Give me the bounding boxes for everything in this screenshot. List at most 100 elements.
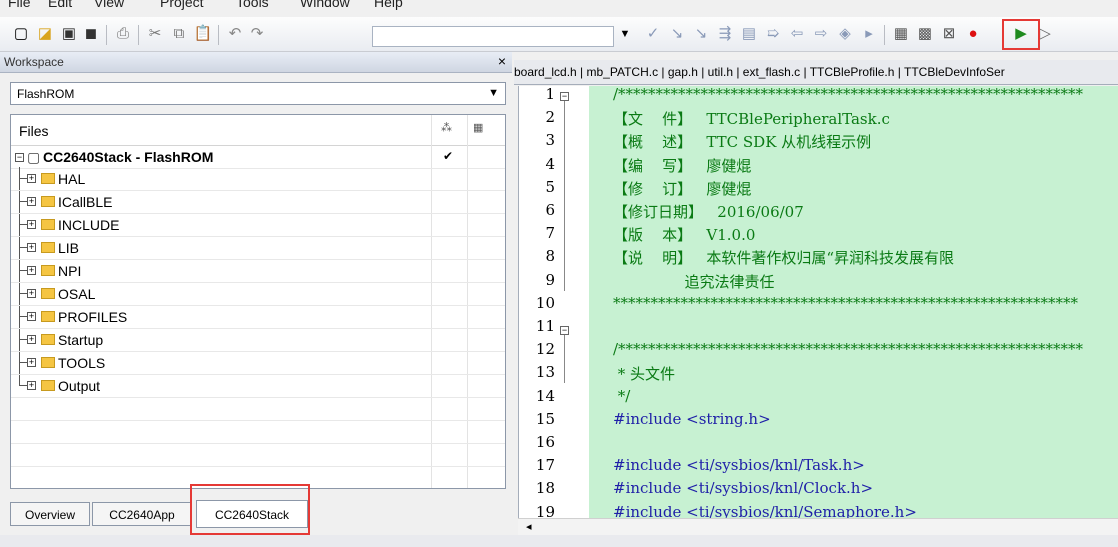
expand-icon[interactable]: + bbox=[27, 174, 36, 183]
separator bbox=[138, 25, 139, 45]
bookmark-next-icon[interactable]: ▸ bbox=[860, 25, 878, 43]
line-number: 2 bbox=[545, 108, 555, 127]
new-file-icon[interactable]: ▢ bbox=[12, 25, 30, 43]
tab-highlight bbox=[190, 484, 310, 535]
expand-icon[interactable]: + bbox=[27, 266, 36, 275]
open-file-icon[interactable]: ◪ bbox=[36, 25, 54, 43]
bookmark-icon[interactable]: ➯ bbox=[764, 25, 782, 43]
horizontal-scrollbar[interactable]: ◂ bbox=[518, 518, 1118, 536]
debug-highlight bbox=[1002, 19, 1040, 50]
menu-tools[interactable]: Tools bbox=[236, 0, 269, 10]
goto-icon[interactable]: ▤ bbox=[740, 25, 758, 43]
make-icon[interactable]: ▩ bbox=[916, 25, 934, 43]
checkmark-icon: ✔ bbox=[443, 149, 454, 163]
tree-folder-include[interactable]: + INCLUDE bbox=[11, 214, 505, 237]
workspace-title: Workspace bbox=[4, 55, 64, 69]
expand-icon[interactable]: + bbox=[27, 381, 36, 390]
line-number: 16 bbox=[535, 433, 555, 451]
tree-folder-osal[interactable]: + OSAL bbox=[11, 283, 505, 306]
paste-icon[interactable]: 📋 bbox=[194, 25, 213, 43]
find-combo[interactable] bbox=[372, 26, 614, 47]
line-number: 3 bbox=[545, 131, 555, 150]
line-number: 9 bbox=[545, 270, 555, 289]
menu-help[interactable]: Help bbox=[374, 0, 403, 10]
expand-icon[interactable]: + bbox=[27, 335, 36, 344]
expand-icon[interactable]: + bbox=[27, 220, 36, 229]
fold-icon[interactable]: − bbox=[560, 92, 569, 101]
tree-folder-hal[interactable]: + HAL bbox=[11, 168, 505, 191]
config-select[interactable]: FlashROM ▼ bbox=[10, 82, 506, 105]
menu-file[interactable]: File bbox=[8, 0, 31, 10]
folder-label: LIB bbox=[58, 240, 80, 256]
compile-icon[interactable]: ▦ bbox=[892, 25, 910, 43]
menu-view[interactable]: View bbox=[94, 0, 124, 10]
expand-icon[interactable]: + bbox=[27, 197, 36, 206]
fold-icon[interactable]: − bbox=[560, 326, 569, 335]
line-number: 18 bbox=[535, 479, 555, 498]
code-editor[interactable]: − − 1 /**********************************… bbox=[518, 86, 1118, 518]
breakpoint-icon[interactable]: ● bbox=[964, 25, 982, 43]
find-icon[interactable]: ✓ bbox=[644, 25, 662, 43]
menu-edit[interactable]: Edit bbox=[48, 0, 72, 10]
chevron-down-icon: ▼ bbox=[488, 87, 499, 99]
save-all-icon[interactable]: ◼ bbox=[82, 25, 100, 43]
empty-row bbox=[11, 421, 505, 444]
code-line-include: #include <ti/sysbios/knl/Clock.h> bbox=[613, 479, 874, 498]
folder-icon bbox=[41, 334, 55, 345]
tree-folder-icallble[interactable]: + ICallBLE bbox=[11, 191, 505, 214]
line-number: 13 bbox=[535, 363, 555, 382]
tree-folder-profiles[interactable]: + PROFILES bbox=[11, 306, 505, 329]
tree-folder-tools[interactable]: + TOOLS bbox=[11, 352, 505, 375]
editor-file-tabs[interactable]: board_lcd.h | mb_PATCH.c | gap.h | util.… bbox=[514, 60, 1118, 85]
output-icon[interactable]: ▦ bbox=[473, 121, 483, 134]
tree-folder-startup[interactable]: + Startup bbox=[11, 329, 505, 352]
collapse-icon[interactable]: − bbox=[15, 153, 24, 162]
menu-project[interactable]: Project bbox=[160, 0, 204, 10]
expand-icon[interactable]: + bbox=[27, 243, 36, 252]
tree-folder-npi[interactable]: + NPI bbox=[11, 260, 505, 283]
code-line-comment: 【修订日期】 2016/06/07 bbox=[613, 203, 804, 221]
editor-tab-list[interactable]: board_lcd.h | mb_PATCH.c | gap.h | util.… bbox=[514, 65, 1005, 79]
find-combo-arrow-icon[interactable]: ▼ bbox=[616, 25, 634, 43]
nav-forward-icon[interactable]: ⇨ bbox=[812, 25, 830, 43]
redo-icon[interactable]: ↷ bbox=[248, 25, 266, 43]
print-icon[interactable]: ⎙ bbox=[114, 25, 132, 43]
tab-overview[interactable]: Overview bbox=[10, 502, 90, 526]
undo-icon[interactable]: ↶ bbox=[226, 25, 244, 43]
project-row[interactable]: − ▢ CC2640Stack - FlashROM ✔ bbox=[11, 146, 505, 169]
expand-icon[interactable]: + bbox=[27, 312, 36, 321]
menu-window[interactable]: Window bbox=[300, 0, 350, 10]
folder-icon bbox=[41, 357, 55, 368]
expand-icon[interactable]: + bbox=[27, 358, 36, 367]
folder-label: INCLUDE bbox=[58, 217, 120, 233]
close-icon[interactable]: × bbox=[498, 53, 506, 69]
folder-label: Startup bbox=[58, 332, 104, 348]
tree-folder-lib[interactable]: + LIB bbox=[11, 237, 505, 260]
code-line-comment: * 头文件 bbox=[613, 365, 676, 384]
folder-icon bbox=[41, 288, 55, 299]
file-tree: Files ⁂ ▦ − ▢ CC2640Stack - FlashROM ✔ +… bbox=[10, 114, 506, 489]
stop-build-icon[interactable]: ⊠ bbox=[940, 25, 958, 43]
folder-label: NPI bbox=[58, 263, 82, 279]
nav-back-icon[interactable]: ⇦ bbox=[788, 25, 806, 43]
find-next-icon[interactable]: ↘ bbox=[668, 25, 686, 43]
scroll-left-icon[interactable]: ◂ bbox=[526, 520, 532, 533]
copy-icon[interactable]: ⧉ bbox=[170, 25, 188, 43]
line-number: 14 bbox=[535, 386, 555, 405]
line-number: 6 bbox=[545, 201, 555, 219]
tree-folder-output[interactable]: + Output bbox=[11, 375, 505, 398]
code-line-include: #include <ti/sysbios/knl/Semaphore.h> bbox=[613, 502, 917, 518]
code-line-comment: 【修 订】 廖健焜 bbox=[613, 179, 752, 198]
replace-icon[interactable]: ⇶ bbox=[716, 25, 734, 43]
options-icon[interactable]: ⁂ bbox=[441, 121, 452, 134]
cut-icon[interactable]: ✂ bbox=[146, 25, 164, 43]
folder-label: TOOLS bbox=[58, 355, 106, 371]
save-icon[interactable]: ▣ bbox=[60, 25, 78, 43]
find-prev-icon[interactable]: ↘ bbox=[692, 25, 710, 43]
expand-icon[interactable]: + bbox=[27, 289, 36, 298]
workspace-header: Workspace × bbox=[0, 52, 512, 73]
bookmark-toggle-icon[interactable]: ◈ bbox=[836, 25, 854, 43]
tab-cc2640app[interactable]: CC2640App bbox=[92, 502, 192, 526]
code-line-comment: ****************************************… bbox=[613, 293, 1078, 312]
line-number: 4 bbox=[545, 154, 555, 173]
